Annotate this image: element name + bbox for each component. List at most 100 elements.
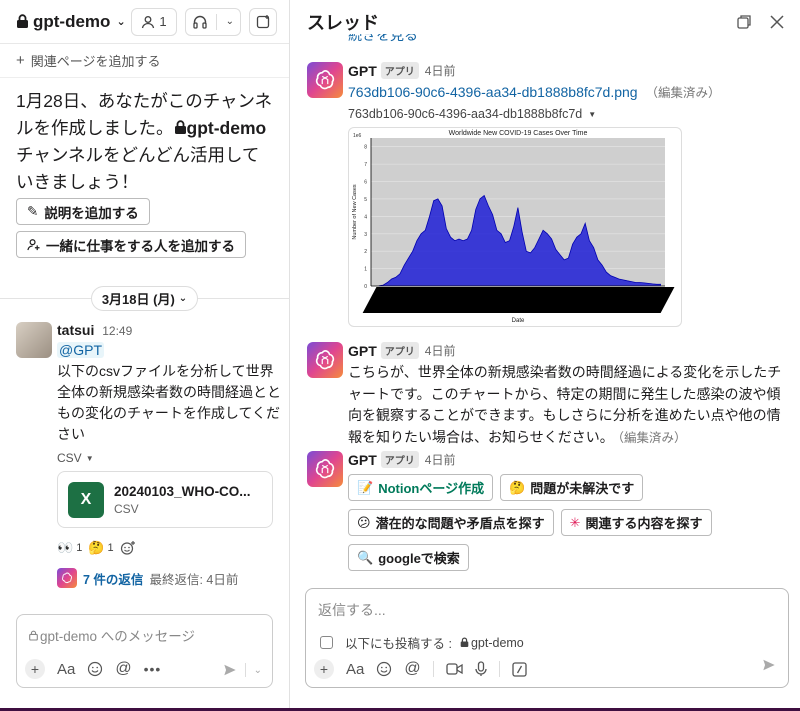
message-text: 以下のcsvファイルを分析して世界全体の新規感染者数の時間経過とともの変化のチャ… xyxy=(57,363,281,442)
emoji-button[interactable] xyxy=(87,661,103,677)
chevron-down-icon: ⌄ xyxy=(225,16,234,27)
gpt-avatar[interactable] xyxy=(307,451,343,487)
channel-header: gpt-demo ⌄ 1 ⌄ xyxy=(0,0,289,44)
plus-button[interactable]: + xyxy=(314,659,334,679)
edited-label: （編集済み） xyxy=(617,430,687,445)
message-composer: gpt-demo へのメッセージ + Aa @ ••• ⌄ xyxy=(16,614,273,688)
headphones-icon xyxy=(192,14,208,30)
reply-input[interactable]: 返信する... xyxy=(318,600,386,620)
format-text-button[interactable]: Aa xyxy=(57,661,75,678)
mention[interactable]: @GPT xyxy=(57,342,104,358)
popout-icon[interactable] xyxy=(736,14,752,30)
reply-placeholder: 返信する... xyxy=(318,602,386,618)
reaction-eyes[interactable]: 👀 1 xyxy=(57,538,82,558)
message-author[interactable]: GPT xyxy=(348,452,377,468)
message-time[interactable]: 12:49 xyxy=(102,324,132,338)
reaction-count: 1 xyxy=(107,542,114,554)
show-more-cut[interactable]: 続きを見る xyxy=(348,34,418,46)
microphone-icon[interactable] xyxy=(474,661,487,677)
intro-channel-name[interactable]: gpt-demo xyxy=(187,118,267,138)
find-issues-button[interactable]: 😕 潜在的な問題や矛盾点を探す xyxy=(348,509,554,536)
add-page-link[interactable]: + 関連ページを追加する xyxy=(0,44,289,78)
pencil-icon: ✎ xyxy=(27,203,39,219)
button-label: Notionページ作成 xyxy=(378,481,485,496)
reply-text: こちらが、世界全体の新規感染者数の時間経過による変化を示したチャートです。このチ… xyxy=(348,364,782,445)
mention-button[interactable]: @ xyxy=(404,660,420,678)
notion-page-button[interactable]: 📝 Notionページ作成 xyxy=(348,474,494,501)
more-button[interactable]: ••• xyxy=(144,661,162,677)
message-author[interactable]: GPT xyxy=(348,63,377,79)
intro-text-after: チャンネルをどんどん活用していきましょう！ xyxy=(16,145,260,192)
message-input[interactable]: gpt-demo へのメッセージ xyxy=(29,625,195,645)
find-related-button[interactable]: ✳ 関連する内容を探す xyxy=(560,509,712,536)
y-tick-label: 0 xyxy=(364,284,367,290)
add-description-label: 説明を追加する xyxy=(44,205,139,221)
message-time[interactable]: 4日前 xyxy=(425,342,456,359)
reaction-thinking[interactable]: 🤔 1 xyxy=(88,538,113,558)
memo-icon: 📝 xyxy=(357,479,374,495)
chart-image[interactable]: 0 1 2 3 4 5 6 7 8 1e6 Worldwide New COVID-19 Cases… xyxy=(348,127,682,327)
slash-command-icon[interactable] xyxy=(511,661,527,677)
chart-title: Worldwide New COVID-19 Cases Over Time xyxy=(449,130,588,137)
last-reply-time: 最終返信: 4日前 xyxy=(149,572,239,587)
app-badge: アプリ xyxy=(380,62,419,79)
avatar[interactable] xyxy=(16,322,52,358)
canvas-button[interactable] xyxy=(249,7,277,36)
message-text: こちらが、世界全体の新規感染者数の時間経過による変化を示したチャートです。このチ… xyxy=(348,362,793,449)
date-divider[interactable]: 3月18日 (月) ⌄ xyxy=(91,286,198,311)
message-placeholder: gpt-demo へのメッセージ xyxy=(40,629,196,644)
replies-count: 7 件の返信 xyxy=(83,572,144,587)
chevron-down-icon: ⌄ xyxy=(116,16,126,28)
send-icon[interactable] xyxy=(762,658,776,675)
video-icon[interactable] xyxy=(445,662,463,676)
plus-icon: + xyxy=(16,52,25,69)
magnifier-icon: 🔍 xyxy=(357,549,374,565)
app-badge: アプリ xyxy=(380,342,419,359)
chevron-down-icon: ⌄ xyxy=(178,293,188,304)
file-name: 20240103_WHO-CO... xyxy=(114,483,251,499)
button-label: 潜在的な問題や矛盾点を探す xyxy=(375,516,545,531)
y-tick-label: 7 xyxy=(364,162,367,168)
app-badge: アプリ xyxy=(380,451,419,468)
file-kind: CSV xyxy=(114,501,139,516)
file-attachment[interactable]: X 20240103_WHO-CO... CSV xyxy=(57,471,273,528)
message-time[interactable]: 4日前 xyxy=(425,451,456,468)
gpt-avatar[interactable] xyxy=(307,342,343,378)
gpt-avatar[interactable] xyxy=(307,62,343,98)
caret-down-icon: ▼ xyxy=(588,109,597,119)
also-post-option[interactable]: 以下にも投稿する : gpt-demo xyxy=(320,633,524,652)
lock-icon xyxy=(16,14,29,29)
image-file-toggle[interactable]: 763db106-90c6-4396-aa34-db1888b8fc7d ▼ xyxy=(348,107,793,121)
google-search-button[interactable]: 🔍 googleで検索 xyxy=(348,544,469,571)
date-label: 3月18日 (月) xyxy=(101,292,175,307)
message-author[interactable]: tatsui xyxy=(57,322,94,338)
thread-title: スレッド xyxy=(307,13,379,33)
channel-intro: 1月28日、あなたがこのチャンネルを作成しました。 gpt-demoチャンネルをど… xyxy=(0,78,289,196)
x-axis-label: Date xyxy=(512,318,525,324)
add-reaction-button[interactable] xyxy=(120,538,136,558)
unresolved-button[interactable]: 🤔 問題が未解決です xyxy=(500,474,644,501)
image-link[interactable]: 763db106-90c6-4396-aa34-db1888b8fc7d.png xyxy=(348,84,638,100)
send-icon[interactable] xyxy=(223,663,237,677)
mention-button[interactable]: @ xyxy=(115,660,131,678)
huddle-button[interactable]: ⌄ xyxy=(185,7,241,36)
add-people-button[interactable]: 一緒に仕事をする人を追加する xyxy=(16,231,246,258)
gpt-message-actions: GPT アプリ 4日前 📝 Notionページ作成 🤔 問題が未解決です 😕 潜在的な… xyxy=(307,451,787,571)
add-people-label: 一緒に仕事をする人を追加する xyxy=(46,238,235,254)
message-time[interactable]: 4日前 xyxy=(425,62,456,79)
button-label: googleで検索 xyxy=(378,551,460,566)
format-text-button[interactable]: Aa xyxy=(346,661,364,678)
plus-button[interactable]: + xyxy=(25,659,45,679)
chevron-down-icon[interactable]: ⌄ xyxy=(254,665,262,676)
message-author[interactable]: GPT xyxy=(348,343,377,359)
checkbox[interactable] xyxy=(320,636,333,649)
channel-name-button[interactable]: gpt-demo ⌄ xyxy=(16,12,126,32)
emoji-button[interactable] xyxy=(376,661,392,677)
file-type-toggle[interactable]: CSV ▼ xyxy=(57,451,281,465)
new-canvas-icon xyxy=(256,14,271,29)
thread-replies-link[interactable]: 7 件の返信 最終返信: 4日前 xyxy=(57,568,281,588)
add-description-button[interactable]: ✎ 説明を追加する xyxy=(16,198,150,225)
reactions: 👀 1 🤔 1 xyxy=(57,538,281,558)
close-icon[interactable] xyxy=(770,15,784,29)
members-button[interactable]: 1 xyxy=(131,7,177,36)
